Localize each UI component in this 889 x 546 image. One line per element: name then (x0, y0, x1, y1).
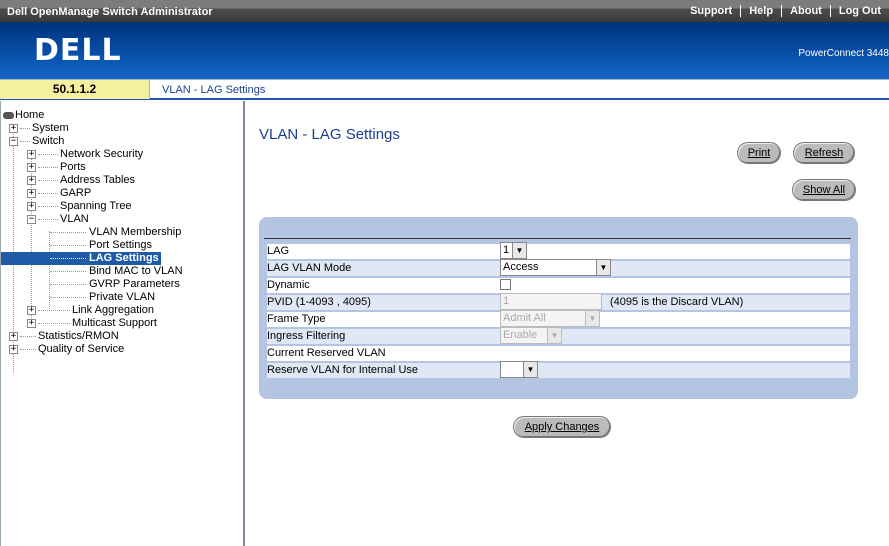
dynamic-label: Dynamic (267, 279, 310, 291)
reserved-label: Current Reserved VLAN (267, 347, 386, 359)
refresh-button[interactable]: Refresh (793, 142, 855, 164)
computer-icon (3, 112, 14, 119)
tree-port-settings[interactable]: Port Settings (1, 239, 231, 252)
reserved-row: Current Reserved VLAN (267, 346, 850, 361)
expand-icon[interactable]: + (9, 124, 18, 133)
tree-garp[interactable]: + GARP (1, 187, 231, 200)
tree-vlan[interactable]: − VLAN (1, 213, 231, 226)
main-content: VLAN - LAG Settings Print Refresh Show A… (247, 101, 889, 546)
tree-switch[interactable]: − Switch (1, 135, 201, 148)
expand-icon[interactable]: + (27, 306, 36, 315)
frame-type-row: Frame Type Admit All ▼ (267, 310, 850, 327)
expand-icon[interactable]: + (9, 345, 18, 354)
top-bar: Dell OpenManage Switch Administrator Sup… (0, 0, 889, 22)
tree-multicast[interactable]: + Multicast Support (1, 317, 231, 330)
pvid-label: PVID (1-4093 , 4095) (267, 296, 371, 308)
tree-network-security[interactable]: + Network Security (1, 148, 231, 161)
lag-label: LAG (267, 245, 290, 257)
tree-address-tables[interactable]: + Address Tables (1, 174, 231, 187)
reserve-row: Reserve VLAN for Internal Use ▼ (267, 361, 850, 378)
dropdown-arrow-icon: ▼ (523, 362, 537, 377)
tree-vlan-membership[interactable]: VLAN Membership (1, 226, 231, 239)
ingress-filtering-select[interactable]: Enable ▼ (500, 327, 562, 344)
tree-bind-mac[interactable]: Bind MAC to VLAN (1, 265, 231, 278)
apply-changes-button[interactable]: Apply Changes (513, 416, 611, 438)
tree-ports[interactable]: + Ports (1, 161, 231, 174)
dropdown-arrow-icon: ▼ (596, 260, 610, 275)
mode-label: LAG VLAN Mode (267, 262, 352, 274)
banner: DELL PowerConnect 3448 (0, 22, 889, 79)
collapse-icon[interactable]: − (27, 215, 36, 224)
tree-link-aggregation[interactable]: + Link Aggregation (1, 304, 231, 317)
breadcrumb: VLAN - LAG Settings (162, 84, 266, 96)
help-link[interactable]: Help (740, 5, 781, 17)
sidebar-tree: Home + System − Switch + Network Securit… (0, 101, 245, 546)
show-all-button[interactable]: Show All (792, 179, 856, 201)
tree-system[interactable]: + System (1, 122, 201, 135)
lag-select[interactable]: 1 ▼ (500, 242, 527, 259)
dynamic-checkbox[interactable] (500, 279, 511, 290)
divider (264, 238, 851, 239)
reserve-vlan-select[interactable]: ▼ (500, 361, 538, 378)
settings-panel: LAG 1 ▼ LAG VLAN Mode Access ▼ Dynamic P… (259, 217, 858, 399)
pvid-note: (4095 is the Discard VLAN) (610, 296, 744, 308)
collapse-icon[interactable]: − (9, 137, 18, 146)
expand-icon[interactable]: + (27, 163, 36, 172)
ingress-label: Ingress Filtering (267, 330, 346, 342)
lag-row: LAG 1 ▼ (267, 242, 850, 259)
frame-type-select[interactable]: Admit All ▼ (500, 310, 600, 327)
about-link[interactable]: About (781, 5, 830, 17)
expand-icon[interactable]: + (9, 332, 18, 341)
tree-gvrp[interactable]: GVRP Parameters (1, 278, 231, 291)
print-button[interactable]: Print (737, 142, 781, 164)
support-link[interactable]: Support (682, 5, 740, 17)
reserve-label: Reserve VLAN for Internal Use (267, 364, 419, 376)
expand-icon[interactable]: + (27, 319, 36, 328)
app-title: Dell OpenManage Switch Administrator (7, 6, 213, 18)
expand-icon[interactable]: + (27, 189, 36, 198)
dropdown-arrow-icon: ▼ (547, 328, 561, 343)
tree-spanning-tree[interactable]: + Spanning Tree (1, 200, 231, 213)
ingress-row: Ingress Filtering Enable ▼ (267, 327, 850, 344)
dynamic-row: Dynamic (267, 278, 850, 293)
lag-vlan-mode-select[interactable]: Access ▼ (500, 259, 611, 276)
pvid-input[interactable]: 1 (500, 293, 602, 310)
device-ip: 50.1.1.2 (0, 80, 150, 99)
dell-logo: DELL (34, 33, 122, 68)
frame-type-label: Frame Type (267, 313, 326, 325)
tree-lag-settings[interactable]: LAG Settings (1, 252, 161, 265)
page-title: VLAN - LAG Settings (259, 126, 400, 143)
top-links: Support Help About Log Out (682, 5, 889, 17)
tree-statistics[interactable]: + Statistics/RMON (1, 330, 231, 343)
expand-icon[interactable]: + (27, 202, 36, 211)
tree-qos[interactable]: + Quality of Service (1, 343, 231, 356)
pvid-row: PVID (1-4093 , 4095) 1 (4095 is the Disc… (267, 293, 850, 310)
dropdown-arrow-icon: ▼ (512, 243, 526, 258)
tree-private-vlan[interactable]: Private VLAN (1, 291, 231, 304)
logout-link[interactable]: Log Out (829, 5, 889, 17)
expand-icon[interactable]: + (27, 176, 36, 185)
breadcrumb-bar: 50.1.1.2 VLAN - LAG Settings (0, 79, 889, 100)
mode-row: LAG VLAN Mode Access ▼ (267, 259, 850, 276)
product-name: PowerConnect 3448 (798, 48, 889, 59)
dropdown-arrow-icon: ▼ (585, 311, 599, 326)
expand-icon[interactable]: + (27, 150, 36, 159)
